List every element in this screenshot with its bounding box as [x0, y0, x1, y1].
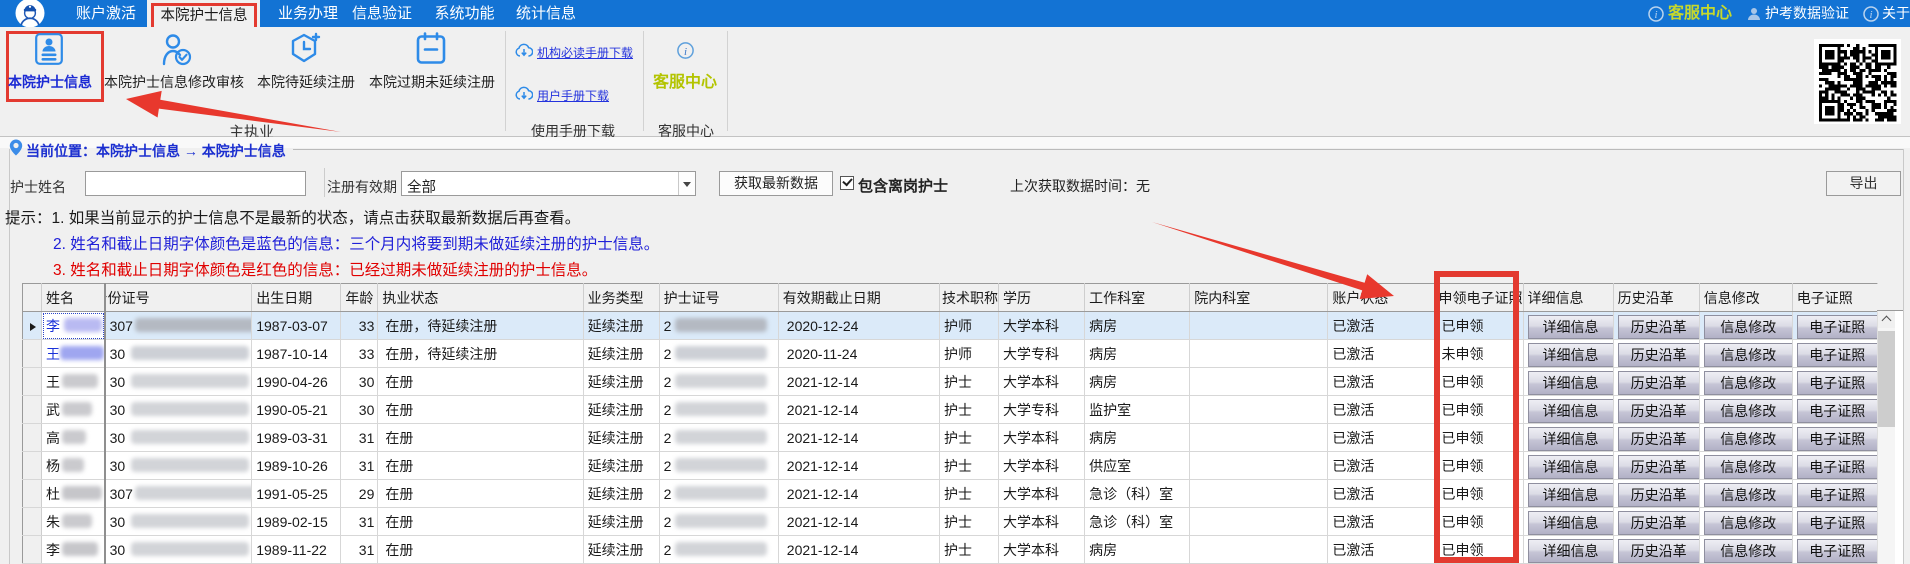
svg-text:i: i: [1654, 9, 1657, 21]
svg-text:i: i: [684, 46, 687, 58]
svg-text:i: i: [1869, 9, 1872, 21]
